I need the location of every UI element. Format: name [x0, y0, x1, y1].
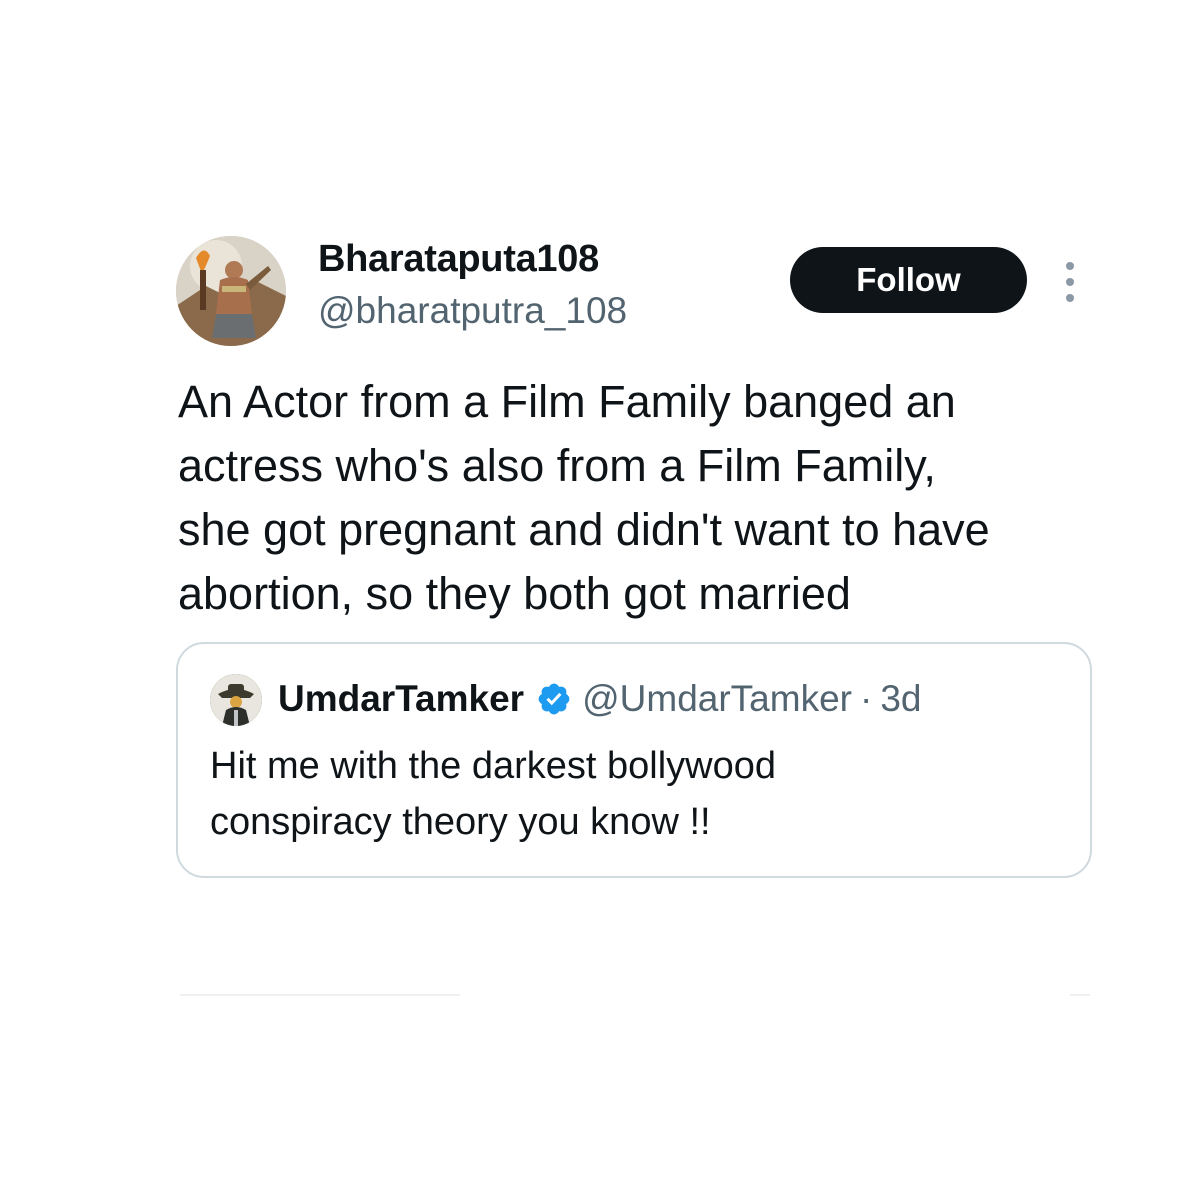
author-handle[interactable]: @bharatputra_108 [318, 290, 627, 332]
tweet-text: An Actor from a Film Family banged an ac… [178, 376, 990, 619]
quoted-tweet[interactable]: UmdarTamker @UmdarTamker · 3d Hit me wit… [176, 642, 1092, 878]
more-dot [1066, 278, 1074, 286]
author-display-name[interactable]: Bharataputa108 [318, 238, 599, 281]
cowboy-avatar-icon [210, 674, 262, 726]
tweet-card: Bharataputa108 @bharatputra_108 Follow A… [0, 0, 1200, 1200]
quoted-tweet-timestamp[interactable]: 3d [880, 678, 921, 720]
warrior-avatar-icon [176, 236, 286, 346]
divider [180, 994, 1090, 996]
quoted-author-display-name[interactable]: UmdarTamker [278, 678, 524, 720]
follow-button[interactable]: Follow [790, 247, 1027, 313]
more-dot [1066, 262, 1074, 270]
quoted-author-avatar[interactable] [210, 674, 262, 726]
separator-dot: · [859, 678, 873, 719]
more-vertical-icon[interactable] [1052, 258, 1088, 306]
more-dot [1066, 294, 1074, 302]
author-avatar[interactable] [176, 236, 286, 346]
quoted-tweet-text: Hit me with the darkest bollywood conspi… [210, 745, 777, 843]
quoted-author-handle[interactable]: @UmdarTamker [582, 678, 852, 720]
verified-badge-icon [538, 683, 570, 715]
quoted-tweet-header: UmdarTamker @UmdarTamker · 3d [278, 678, 921, 720]
